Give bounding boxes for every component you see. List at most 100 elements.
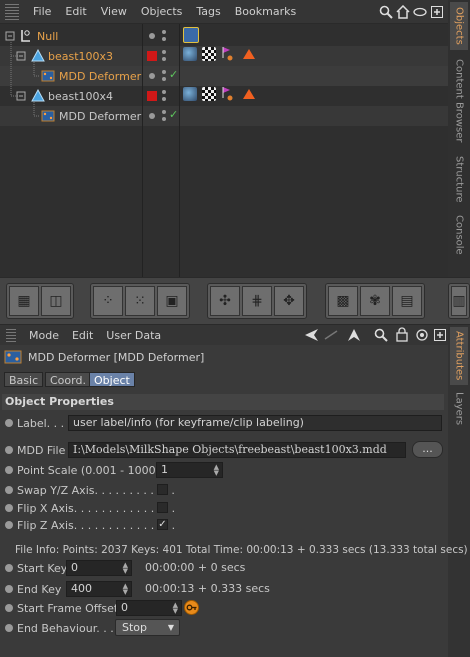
material-tag-icon[interactable] [183,47,197,61]
spinner-arrows-icon[interactable]: ▲ ▼ [214,464,219,477]
animate-dot[interactable] [5,419,13,427]
enabled-check-icon[interactable]: ✓ [169,68,178,81]
grip-icon[interactable] [5,3,19,20]
menu-edit[interactable]: Edit [65,5,86,18]
tree-names-column: Null beast100x3 MDD Deformer beast100x4 … [0,24,142,277]
animate-dot[interactable] [5,504,13,512]
flip-x-checkbox[interactable] [157,502,168,513]
palette-tool-icon[interactable]: ▥ [451,286,467,316]
tab-object[interactable]: Object [89,372,135,387]
end-key-field[interactable]: 400 ▲ ▼ [66,581,132,597]
tree-label-beast100x4[interactable]: beast100x4 [48,90,113,103]
spinner-arrows-icon[interactable]: ▲ ▼ [123,583,128,596]
animate-dot[interactable] [5,585,13,593]
render-visibility-dots[interactable] [162,26,180,46]
palette-tool-icon[interactable]: ▦ [9,286,39,316]
palette-tool-icon[interactable]: ✾ [360,286,390,316]
new-window-icon[interactable] [434,329,446,344]
search-icon[interactable] [374,328,388,345]
start-frame-offset-field[interactable]: 0 ▲ ▼ [116,600,182,616]
display-tag-icon[interactable] [183,27,199,43]
menu-user-data[interactable]: User Data [106,329,161,342]
palette-tool-icon[interactable]: ⁙ [125,286,155,316]
swap-yz-checkbox[interactable] [157,484,168,495]
render-visibility-dots[interactable] [162,86,180,106]
selection-tag-icon[interactable] [220,86,234,102]
end-behaviour-dropdown[interactable]: Stop ▼ [115,619,180,636]
texture-tag-icon[interactable] [202,87,216,101]
polygon-selection-tag-icon[interactable] [242,87,256,101]
keyframe-icon[interactable] [184,600,199,615]
menu-mode[interactable]: Mode [29,329,59,342]
end-behaviour-value: Stop [122,621,148,634]
back-arrow-icon[interactable] [304,328,320,345]
menu-file[interactable]: File [33,5,51,18]
palette-tool-icon[interactable]: ▤ [392,286,422,316]
tab-coord[interactable]: Coord. [45,372,91,387]
selection-tag-icon[interactable] [220,46,234,62]
menu-edit[interactable]: Edit [72,329,93,342]
browse-button[interactable]: ... [412,441,443,458]
menu-objects[interactable]: Objects [141,5,183,18]
tab-structure[interactable]: Structure [450,152,468,206]
tree-label-mdd-deformer-2[interactable]: MDD Deformer [59,110,141,123]
animate-dot[interactable] [5,446,13,454]
tab-attributes[interactable]: Attributes [450,327,468,385]
palette-tool-icon[interactable]: ⋕ [242,286,272,316]
menu-tags[interactable]: Tags [196,5,220,18]
material-tag-icon[interactable] [183,87,197,101]
editor-visibility-dot[interactable] [149,113,155,119]
lock-icon[interactable] [396,327,408,345]
mdd-deformer-icon [41,69,55,83]
palette-tool-icon[interactable]: ▣ [157,286,187,316]
render-visibility-dots[interactable] [162,46,180,66]
flip-z-checkbox[interactable]: ✓ [157,519,168,530]
animate-dot[interactable] [5,564,13,572]
start-key-field[interactable]: 0 ▲ ▼ [66,560,132,576]
mdd-file-field[interactable]: I:\Models\MilkShape Objects\freebeast\be… [68,442,406,458]
tab-layers[interactable]: Layers [450,389,468,429]
palette-tool-icon[interactable]: ⁘ [93,286,123,316]
layer-color-swatch[interactable] [147,91,157,101]
tab-basic[interactable]: Basic [4,372,44,387]
palette-tool-icon[interactable]: ✣ [210,286,240,316]
animate-dot[interactable] [5,624,13,632]
attributes-panel: MDD Deformer [MDD Deformer] Basic Coord.… [0,345,468,657]
menu-bookmarks[interactable]: Bookmarks [235,5,296,18]
home-icon[interactable] [396,4,410,19]
palette-tool-icon[interactable]: ◫ [41,286,71,316]
forward-arrow-icon[interactable] [323,328,339,345]
animate-dot[interactable] [5,521,13,529]
label-field[interactable]: user label/info (for keyframe/clip label… [68,415,442,431]
spinner-arrows-icon[interactable]: ▲ ▼ [123,562,128,575]
settings-icon[interactable] [415,328,429,345]
up-arrow-icon[interactable] [347,328,361,345]
tab-console[interactable]: Console [450,210,468,260]
point-scale-field[interactable]: 1 ▲ ▼ [156,462,223,478]
menu-view[interactable]: View [101,5,127,18]
editor-visibility-dot[interactable] [149,33,155,39]
tree-label-beast100x3[interactable]: beast100x3 [48,50,113,63]
editor-visibility-dot[interactable] [149,73,155,79]
spinner-arrows-icon[interactable]: ▲ ▼ [173,602,178,615]
new-window-icon[interactable] [430,5,444,19]
tree-label-mdd-deformer-1[interactable]: MDD Deformer [59,70,141,83]
layer-color-swatch[interactable] [147,51,157,61]
palette-tool-icon[interactable]: ✥ [274,286,304,316]
start-frame-offset-value: 0 [121,601,128,614]
mdd-file-label: MDD File [17,443,66,457]
tab-content-browser[interactable]: Content Browser [450,54,468,148]
search-icon[interactable] [379,5,393,19]
animate-dot[interactable] [5,466,13,474]
grip-icon[interactable] [6,328,16,342]
tree-label-null[interactable]: Null [37,30,58,43]
animate-dot[interactable] [5,604,13,612]
texture-tag-icon[interactable] [202,47,216,61]
polygon-selection-tag-icon[interactable] [242,47,256,61]
tab-objects[interactable]: Objects [450,2,468,50]
enabled-check-icon[interactable]: ✓ [169,108,178,121]
palette-tool-icon[interactable]: ▩ [328,286,358,316]
animate-dot[interactable] [5,486,13,494]
point-scale-label: Point Scale (0.001 - 1000.0) [17,463,171,477]
eye-icon[interactable] [413,5,427,19]
